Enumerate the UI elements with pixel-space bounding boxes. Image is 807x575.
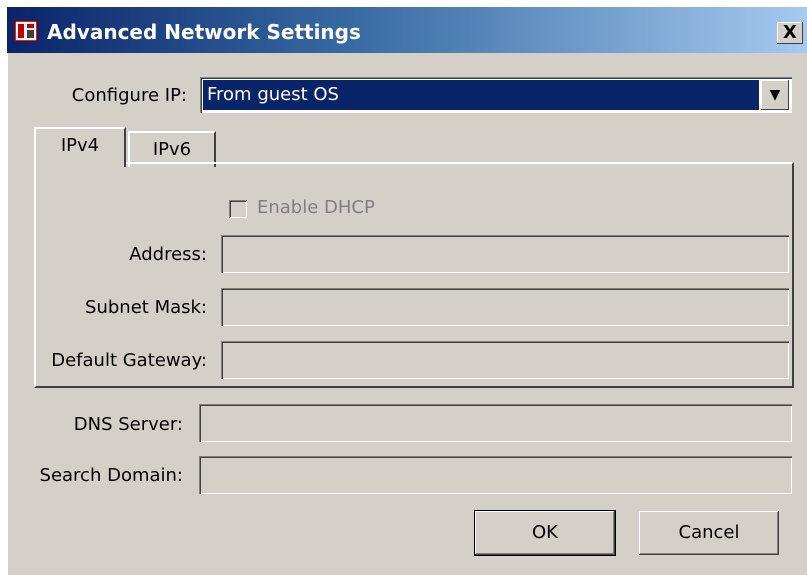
configure-ip-selected-value: From guest OS bbox=[203, 80, 759, 110]
search-domain-field[interactable] bbox=[199, 456, 792, 494]
network-app-icon bbox=[14, 20, 38, 42]
ok-button[interactable]: OK bbox=[475, 511, 615, 555]
subnet-mask-field[interactable] bbox=[221, 288, 789, 326]
title-bar[interactable]: Advanced Network Settings X bbox=[7, 7, 807, 53]
chevron-down-icon[interactable]: ▼ bbox=[761, 80, 789, 110]
configure-ip-label: Configure IP: bbox=[71, 85, 187, 106]
tab-ipv4-label: IPv4 bbox=[60, 135, 100, 156]
enable-dhcp-checkbox[interactable] bbox=[229, 200, 247, 218]
address-field[interactable] bbox=[221, 235, 789, 273]
configure-ip-select[interactable]: From guest OS ▼ bbox=[200, 77, 792, 113]
search-domain-label: Search Domain: bbox=[39, 465, 183, 486]
dns-server-field[interactable] bbox=[199, 404, 792, 442]
cancel-button[interactable]: Cancel bbox=[639, 511, 779, 555]
default-gateway-field[interactable] bbox=[221, 341, 789, 379]
tab-ipv6-label: IPv6 bbox=[152, 139, 192, 160]
advanced-network-settings-dialog: Advanced Network Settings X Configure IP… bbox=[7, 7, 807, 575]
tab-ipv4[interactable]: IPv4 bbox=[34, 127, 126, 167]
enable-dhcp-label: Enable DHCP bbox=[257, 197, 375, 218]
close-button[interactable]: X bbox=[777, 22, 803, 44]
subnet-mask-label: Subnet Mask: bbox=[85, 297, 207, 318]
address-label: Address: bbox=[129, 244, 207, 265]
window-title: Advanced Network Settings bbox=[47, 20, 361, 44]
dns-server-label: DNS Server: bbox=[73, 414, 183, 435]
default-gateway-label: Default Gateway: bbox=[51, 350, 207, 371]
